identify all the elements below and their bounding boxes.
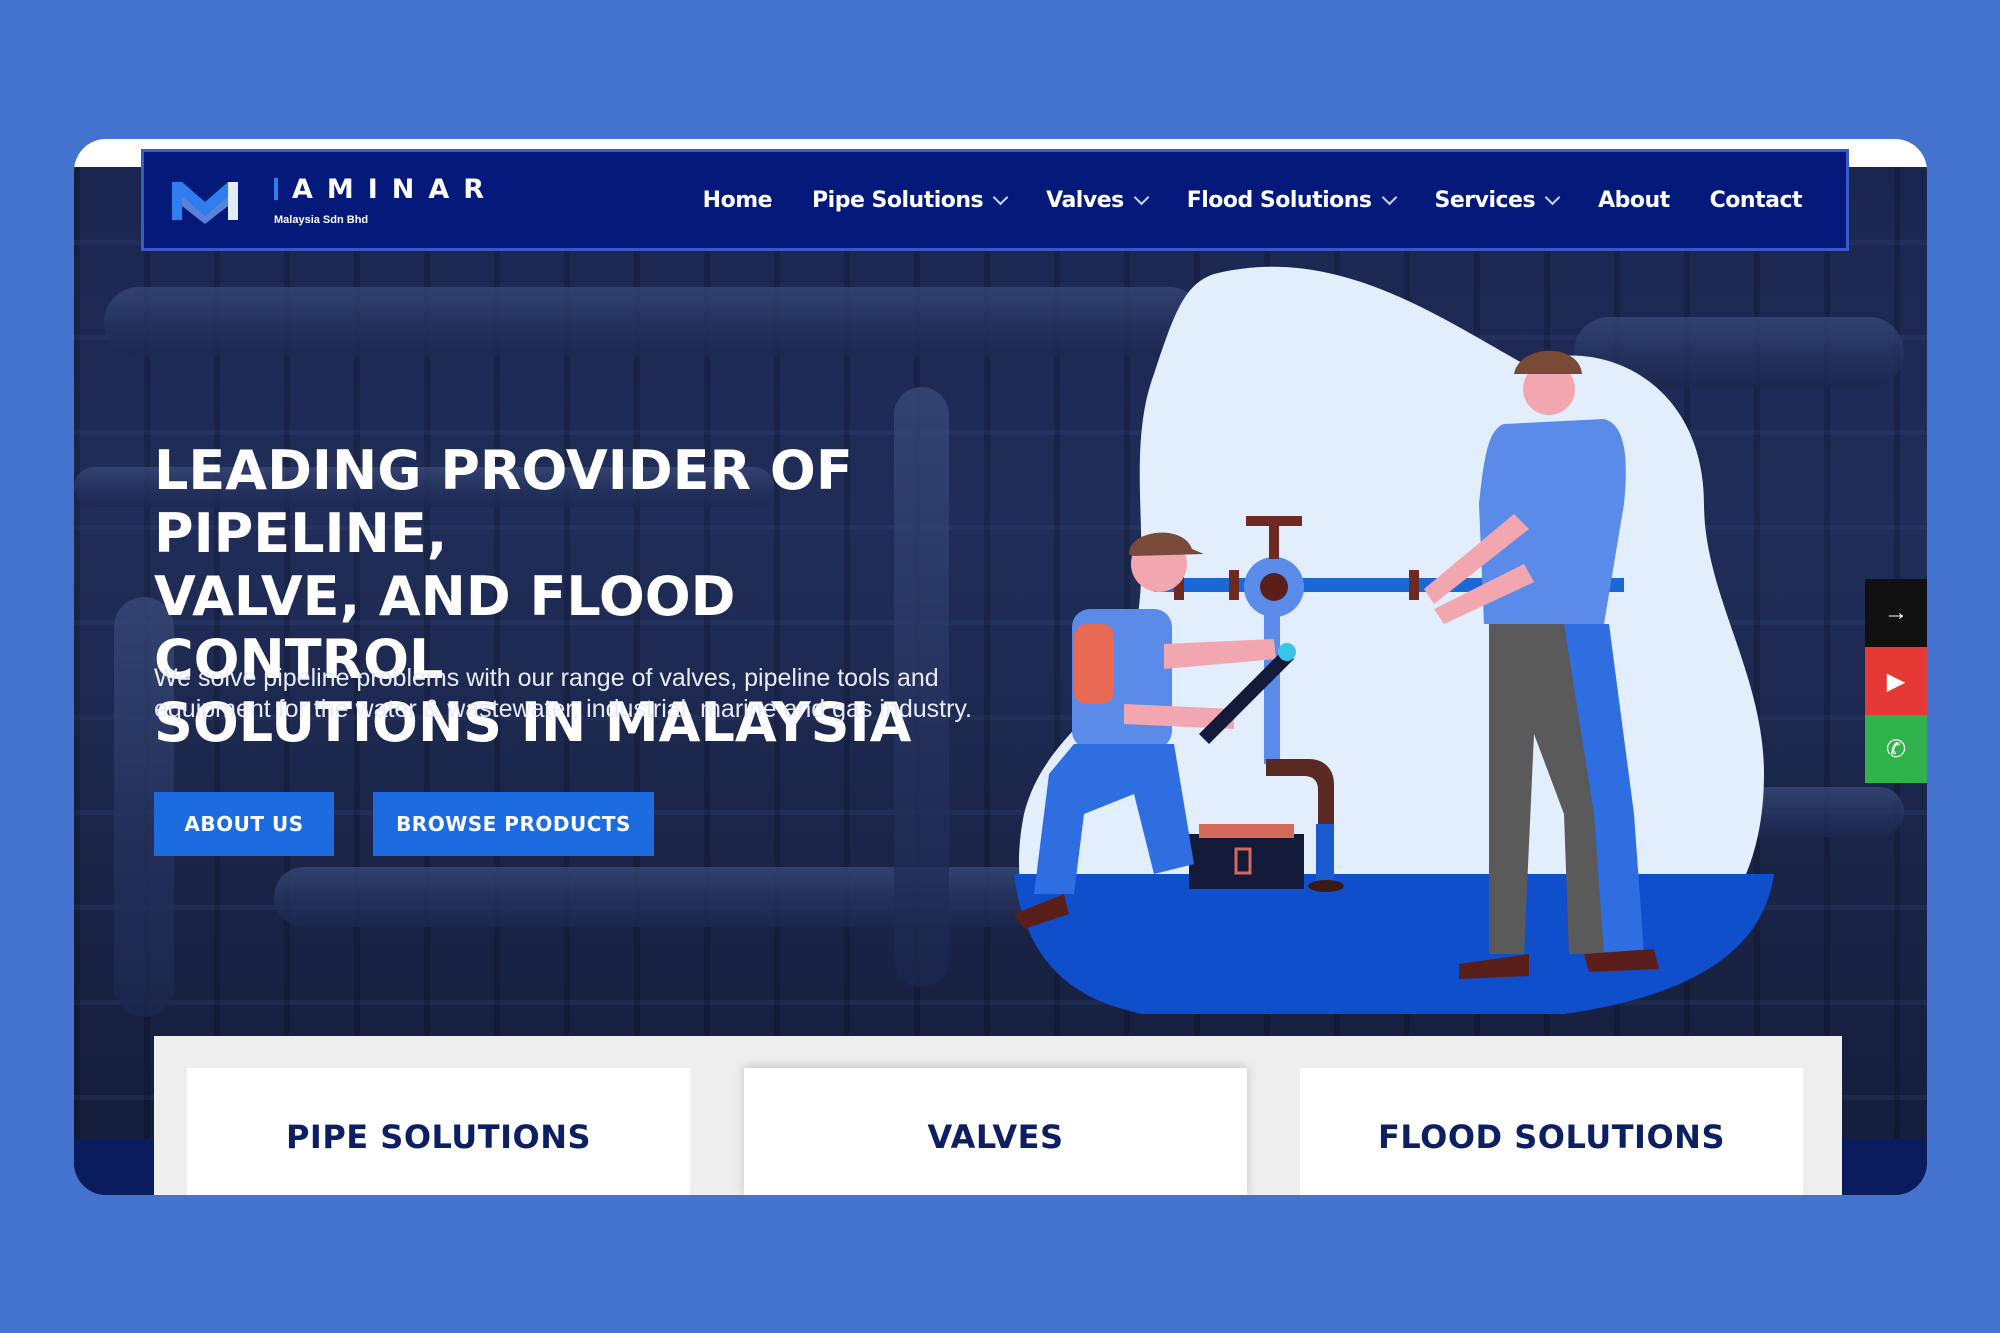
card-flood-solutions[interactable]: FLOOD SOLUTIONS — [1300, 1068, 1803, 1195]
brand-l-mark — [274, 178, 278, 200]
about-us-button[interactable]: ABOUT US — [154, 792, 334, 856]
browser-frame: AMINAR Malaysia Sdn Bhd Home Pipe Soluti… — [74, 139, 1927, 1195]
nav-services-label: Services — [1434, 187, 1536, 213]
nav-home-label: Home — [702, 187, 773, 213]
illustration-floor — [1014, 874, 1774, 1014]
browse-products-button[interactable]: BROWSE PRODUCTS — [373, 792, 654, 856]
nav-about-label: About — [1598, 187, 1670, 213]
plumbers-illustration — [1014, 266, 1774, 1014]
main-navbar: AMINAR Malaysia Sdn Bhd Home Pipe Soluti… — [141, 149, 1849, 251]
youtube-icon[interactable]: ▶ — [1865, 647, 1927, 715]
card-pipe-solutions[interactable]: PIPE SOLUTIONS — [187, 1068, 690, 1195]
brand-subtitle: Malaysia Sdn Bhd — [274, 214, 369, 226]
nav-valves-label: Valves — [1046, 187, 1124, 213]
nav-about[interactable]: About — [1598, 188, 1670, 213]
nav-contact[interactable]: Contact — [1709, 187, 1803, 213]
card-valves[interactable]: VALVES — [744, 1068, 1247, 1195]
side-social-bar: → ▶ ✆ — [1865, 579, 1927, 783]
nav-flood-solutions[interactable]: Flood Solutions — [1186, 187, 1397, 213]
hero-headline-line: LEADING PROVIDER OF PIPELINE, — [154, 439, 853, 565]
hero-subtext: We solve pipeline problems with our rang… — [154, 664, 973, 723]
card-title: VALVES — [927, 1117, 1064, 1156]
nav-pipe-solutions-label: Pipe Solutions — [812, 187, 984, 213]
arrow-right-icon[interactable]: → — [1865, 579, 1927, 647]
nav-contact-label: Contact — [1709, 187, 1803, 213]
laminar-logo-icon[interactable] — [168, 176, 242, 226]
chevron-down-icon — [1133, 189, 1149, 205]
nav-valves[interactable]: Valves — [1046, 187, 1149, 213]
nav-services[interactable]: Services — [1434, 187, 1561, 213]
chevron-down-icon — [1544, 189, 1561, 205]
card-title: PIPE SOLUTIONS — [285, 1117, 592, 1156]
whatsapp-icon[interactable]: ✆ — [1865, 715, 1927, 783]
chevron-down-icon — [1381, 189, 1397, 205]
nav-home[interactable]: Home — [702, 187, 773, 213]
nav-pipe-solutions[interactable]: Pipe Solutions — [812, 187, 1009, 213]
brand-name: AMINAR — [292, 174, 499, 205]
card-title: FLOOD SOLUTIONS — [1378, 1117, 1725, 1156]
chevron-down-icon — [992, 189, 1009, 205]
nav-flood-solutions-label: Flood Solutions — [1186, 187, 1372, 213]
nav-links: Home Pipe Solutions Valves Flood Solutio… — [663, 152, 1803, 248]
